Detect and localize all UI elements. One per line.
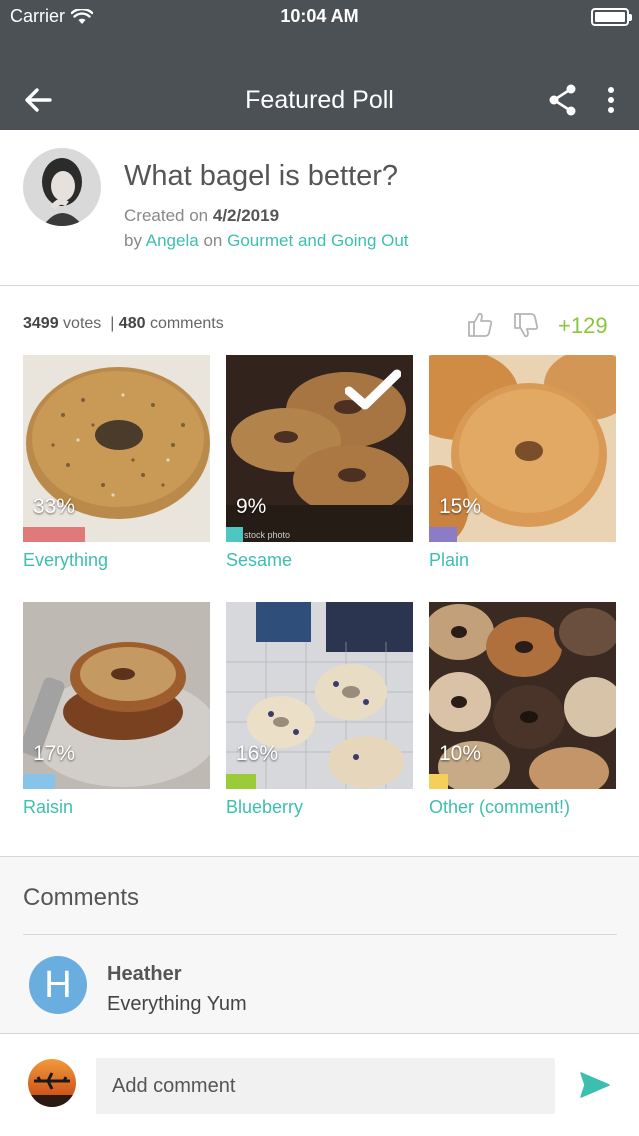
poll-question: What bagel is better? — [124, 160, 399, 192]
option-percent: 10% — [439, 742, 482, 765]
comments-divider — [23, 934, 617, 935]
poll-option-everything[interactable]: 33% Everything — [23, 355, 210, 571]
current-user-avatar[interactable] — [28, 1059, 76, 1107]
app-header: Carrier 10:04 AM Featured Poll — [0, 0, 639, 130]
option-label[interactable]: Plain — [429, 550, 616, 571]
vote-bar — [429, 527, 458, 542]
stats-separator: | — [110, 315, 115, 332]
commenter-avatar[interactable]: H — [29, 956, 87, 1014]
poll-byline: by Angela on Gourmet and Going Out — [124, 231, 409, 251]
poll-option-sesame[interactable]: 9% stock photo Sesame — [226, 355, 413, 571]
vote-bar — [226, 527, 243, 542]
comment-composer — [0, 1033, 639, 1136]
comment-count: 480 — [118, 315, 146, 332]
add-comment-input[interactable] — [96, 1058, 555, 1114]
comments-label: comments — [149, 315, 224, 332]
status-bar: Carrier 10:04 AM — [0, 0, 639, 34]
option-percent: 16% — [236, 742, 279, 765]
commenter-name[interactable]: Heather — [107, 963, 181, 986]
clock: 10:04 AM — [280, 6, 359, 26]
option-label[interactable]: Raisin — [23, 797, 210, 818]
votes-label: votes — [63, 315, 102, 332]
page-title: Featured Poll — [245, 86, 394, 114]
category-link[interactable]: Gourmet and Going Out — [227, 231, 408, 250]
option-image[interactable]: 33% — [23, 355, 210, 542]
poll-option-plain[interactable]: 15% Plain — [429, 355, 616, 571]
vote-bar — [429, 774, 448, 789]
battery-icon — [591, 8, 632, 26]
comment-text: Everything Yum — [107, 993, 247, 1015]
vote-count: 3499 — [23, 315, 59, 332]
option-image[interactable]: 15% — [429, 355, 616, 542]
option-image[interactable]: 17% — [23, 602, 210, 789]
option-label[interactable]: Blueberry — [226, 797, 413, 818]
thumbs-down-icon[interactable] — [512, 312, 540, 340]
comments-heading: Comments — [23, 884, 140, 911]
share-icon[interactable] — [545, 82, 581, 118]
option-percent: 15% — [439, 495, 482, 518]
created-prefix: Created on — [124, 206, 209, 225]
option-image[interactable]: 16% — [226, 602, 413, 789]
option-image[interactable]: 9% stock photo — [226, 355, 413, 542]
navigation-bar: Featured Poll — [0, 60, 639, 130]
option-label[interactable]: Everything — [23, 550, 210, 571]
option-label[interactable]: Other (comment!) — [429, 797, 616, 818]
option-label[interactable]: Sesame — [226, 550, 413, 571]
poll-score: +129 — [558, 313, 608, 338]
more-options-icon[interactable] — [598, 82, 624, 118]
vote-bar — [23, 527, 85, 542]
option-percent: 33% — [33, 495, 76, 518]
vote-bar — [226, 774, 256, 789]
poll-header: What bagel is better? Created on 4/2/201… — [0, 130, 639, 286]
option-percent: 9% — [236, 495, 267, 518]
author-link[interactable]: Angela — [146, 231, 199, 250]
thumbs-up-icon[interactable] — [466, 310, 494, 338]
poll-option-other[interactable]: 10% Other (comment!) — [429, 602, 616, 818]
vote-bar — [23, 774, 55, 789]
created-date: 4/2/2019 — [212, 206, 280, 225]
poll-option-blueberry[interactable]: 16% Blueberry — [226, 602, 413, 818]
send-icon[interactable] — [578, 1068, 612, 1102]
author-avatar[interactable] — [23, 148, 101, 226]
poll-option-raisin[interactable]: 17% Raisin — [23, 602, 210, 818]
by-prefix: by — [124, 231, 142, 250]
option-image[interactable]: 10% — [429, 602, 616, 789]
poll-created: Created on 4/2/2019 — [124, 206, 279, 226]
option-percent: 17% — [33, 742, 76, 765]
selected-check-icon — [345, 369, 401, 410]
on-word: on — [203, 231, 223, 250]
poll-stats: 3499 votes | 480 comments — [23, 315, 224, 333]
stock-photo-watermark: stock photo — [244, 530, 291, 540]
